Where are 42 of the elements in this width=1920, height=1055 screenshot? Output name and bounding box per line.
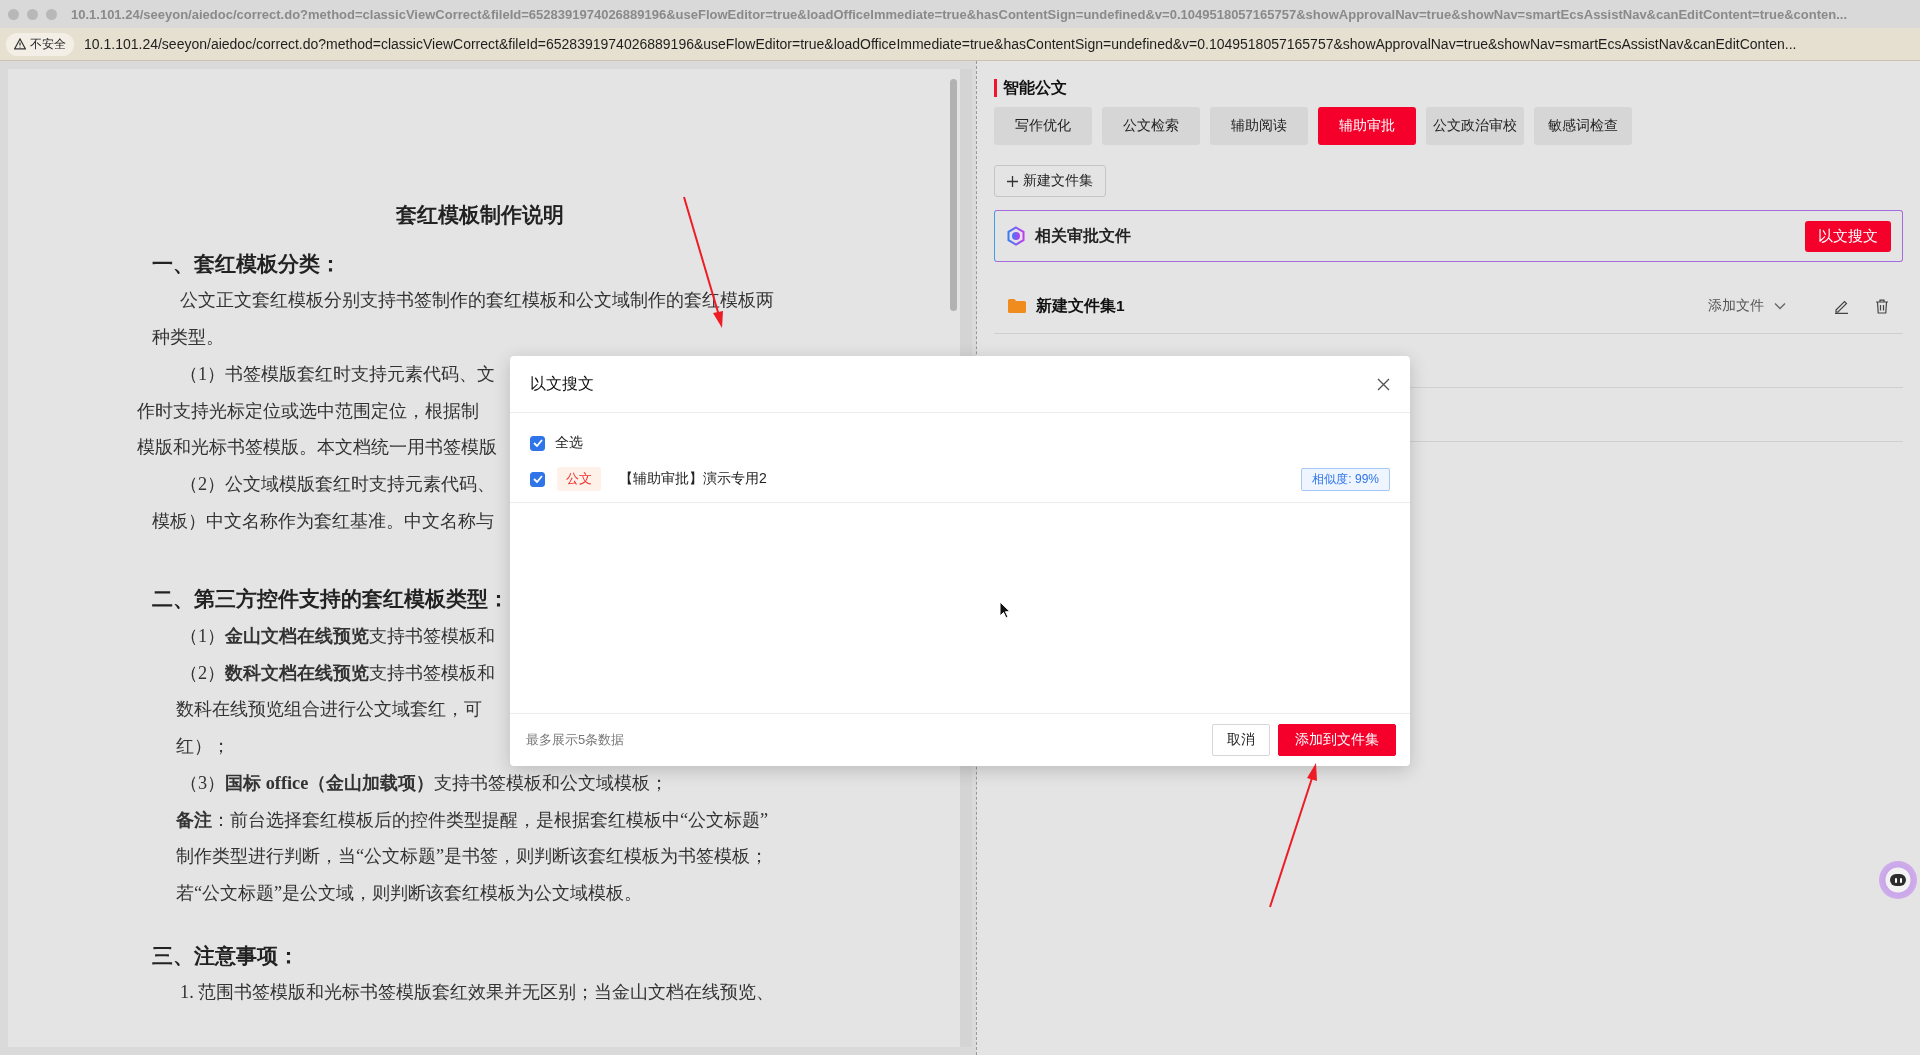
paragraph-line: 红）；: [176, 735, 230, 759]
address-field[interactable]: 10.1.101.24/seeyon/aiedoc/correct.do?method=classicViewCorrect&fileId=6528391974026889196&useFlowEditor=true&loadOfficeImmediate=true&hasContentSign=undefined&v=0.1049518057165757&showApprovalNav=true&showNav=smartEcsAssistNav&canEditConten...: [84, 36, 1797, 52]
document-type-tag: 公文: [557, 467, 601, 491]
paragraph-line: （1）书签模版套红时支持元素代码、文: [180, 362, 496, 386]
tab[interactable]: 辅助阅读: [1210, 107, 1308, 145]
paragraph-line: 模版和光标书签模版。本文档统一用书签模版: [137, 436, 497, 460]
tab[interactable]: 公文政治审校: [1426, 107, 1524, 145]
section-heading: 三、注意事项：: [152, 943, 299, 969]
paragraph-line: 数科在线预览组合进行公文域套红，可: [176, 698, 482, 722]
paragraph-line: 制作类型进行判断，当“公文标题”是书签，则判断该套红模板为书签模板；: [176, 845, 769, 869]
section-heading: 一、套红模板分类：: [152, 251, 341, 277]
similarity-tag: 相似度: 99%: [1301, 467, 1390, 491]
paragraph-line: 备注：前台选择套红模板后的控件类型提醒，是根据套红模板中“公文标题”: [176, 808, 769, 832]
paragraph-line: （3）国标 office（金山加载项）支持书签模板和公文域模板；: [180, 771, 669, 795]
paragraph-line: 若“公文标题”是公文域，则判断该套红模板为公文域模板。: [176, 881, 643, 905]
dialog-title: 以文搜文: [530, 373, 594, 394]
panel-title: 智能公文: [994, 79, 1903, 97]
tab[interactable]: 辅助审批: [1318, 107, 1416, 145]
checkbox-label: 全选: [555, 434, 583, 452]
paragraph-line: （1）金山文档在线预览支持书签模板和: [180, 625, 496, 649]
tab[interactable]: 写作优化: [994, 107, 1092, 145]
document-title: 套红模板制作说明: [396, 203, 564, 228]
card-title: 相关审批文件: [1035, 225, 1132, 246]
paragraph-line: 作时支持光标定位或选中范围定位，根据制: [137, 399, 479, 423]
footer-note: 最多展示5条数据: [526, 731, 625, 749]
add-file-dropdown[interactable]: 添加文件: [1702, 296, 1792, 316]
section-heading: 二、第三方控件支持的套红模板类型：: [152, 586, 509, 613]
paragraph-line: 1. 范围书签模版和光标书签模版套红效果并无区别；当金山文档在线预览、: [180, 981, 775, 1005]
tab[interactable]: 公文检索: [1102, 107, 1200, 145]
new-set-button[interactable]: 新建文件集: [994, 165, 1106, 197]
paragraph-line: （2）公文域模版套红时支持元素代码、: [180, 472, 496, 496]
add-to-set-button[interactable]: 添加到文件集: [1278, 724, 1396, 756]
result-title[interactable]: 【辅助审批】演示专用2: [619, 470, 767, 488]
paragraph-line: （2）数科文档在线预览支持书签模板和: [180, 661, 496, 685]
search-by-text-button[interactable]: 以文搜文: [1805, 220, 1891, 252]
paragraph-line: 种类型。: [152, 326, 224, 350]
folder-name: 新建文件集1: [1036, 295, 1125, 316]
security-badge[interactable]: 不安全: [6, 32, 74, 56]
window-title: 10.1.101.24/seeyon/aiedoc/correct.do?method=classicViewCorrect&fileId=6528391974026889196&useFlowEditor=true&loadOfficeImmediate=true&hasContentSign=undefined&v=0.1049518057165757&showApprovalNav=true&showNav=smartEcsAssistNav&canEditContent=true&conten...: [71, 6, 1848, 22]
paragraph-line: 模板）中文名称作为套红基准。中文名称与: [152, 509, 494, 533]
cancel-button[interactable]: 取消: [1212, 724, 1270, 756]
tab[interactable]: 敏感词检查: [1534, 107, 1632, 145]
